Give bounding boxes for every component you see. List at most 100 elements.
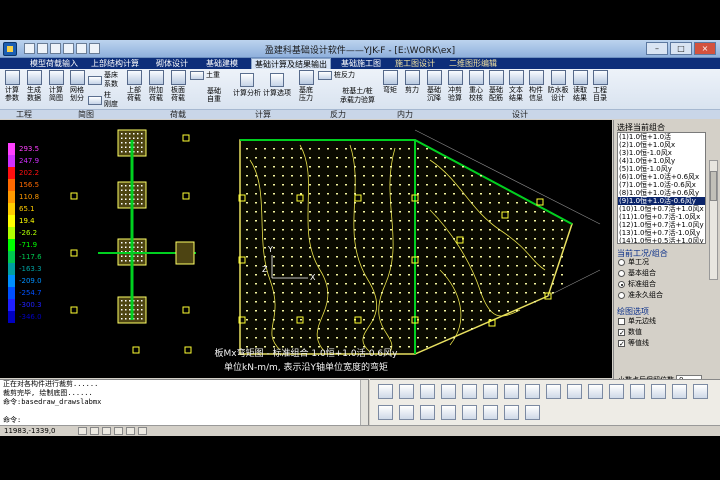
waterproof-slab-button[interactable]: 防水板 设计: [546, 70, 570, 102]
combo-list-item[interactable]: (10)1.0恒+0.7活+1.0风x: [618, 205, 705, 213]
tab-2d-edit[interactable]: 二维图形编辑: [446, 58, 500, 69]
combo-list-item[interactable]: (14)1.0恒+0.5活+1.0风y: [618, 237, 705, 243]
settlement-button[interactable]: 基础 沉降: [424, 70, 444, 102]
condition-radio[interactable]: 单工况: [618, 258, 649, 267]
redraw-icon[interactable]: [525, 384, 540, 399]
centroid-button[interactable]: 重心 校核: [466, 70, 486, 102]
layer-icon[interactable]: [567, 384, 582, 399]
member-info-button[interactable]: 构件 信息: [526, 70, 546, 102]
condition-radio[interactable]: 标准组合: [618, 280, 656, 289]
command-scrollbar[interactable]: [360, 380, 368, 426]
pile-capacity-button[interactable]: 桩基土/桩 承载力验算: [340, 87, 375, 105]
column-stiffness-button[interactable]: 柱 刚度: [88, 91, 118, 109]
generate-data-button[interactable]: 生成 数据: [24, 70, 44, 102]
drawing-canvas[interactable]: X Z Y 293.5 247.9 202.2 156.5 110.8 65.1 19.4 -26…: [0, 120, 612, 378]
tab-drawing-design[interactable]: 施工图设计: [392, 58, 438, 69]
maximize-button[interactable]: □: [670, 42, 692, 55]
qat-menu-icon[interactable]: [89, 43, 100, 54]
slab-load-button[interactable]: 板面 荷载: [168, 70, 188, 102]
grid-toggle[interactable]: [90, 427, 99, 435]
base-pressure-button[interactable]: 基底 压力: [296, 70, 316, 102]
save-icon[interactable]: [24, 43, 35, 54]
command-window[interactable]: 正在对各构件进行裁剪...... 裁剪完毕, 绘制底图...... 命令:bas…: [0, 379, 369, 426]
calc-diagram-button[interactable]: 计算 简图: [46, 70, 66, 102]
osnap-toggle[interactable]: [126, 427, 135, 435]
combo-list-item[interactable]: (5)1.0恒-1.0风y: [618, 165, 705, 173]
options-button[interactable]: 计算选项: [263, 73, 291, 98]
condition-radio[interactable]: 基本组合: [618, 269, 656, 278]
array-icon[interactable]: [483, 405, 498, 420]
trim-icon[interactable]: [525, 405, 540, 420]
zoom-out-icon[interactable]: [441, 384, 456, 399]
combo-list-item[interactable]: (12)1.0恒+0.7活+1.0风y: [618, 221, 705, 229]
combo-list-item[interactable]: (4)1.0恒+1.0风y: [618, 157, 705, 165]
zoom-window-icon[interactable]: [399, 384, 414, 399]
tab-foundation-calc[interactable]: 基础计算及结果输出: [251, 58, 331, 69]
settings-icon[interactable]: [672, 384, 687, 399]
move-icon[interactable]: [378, 384, 393, 399]
combo-list[interactable]: (1)1.0恒+1.0活 (2)1.0恒+1.0风x (3)1.0恒-1.0风x (4…: [617, 132, 706, 244]
mirror-icon[interactable]: [462, 405, 477, 420]
combo-list-item[interactable]: (7)1.0恒+1.0活-0.6风x: [618, 181, 705, 189]
zoom-all-icon[interactable]: [462, 384, 477, 399]
shear-button[interactable]: 剪力: [402, 70, 422, 94]
upper-load-button[interactable]: 上部 荷载: [124, 70, 144, 102]
pan-icon[interactable]: [483, 384, 498, 399]
tab-foundation-model[interactable]: 基础建模: [203, 58, 241, 69]
zoom-in-icon[interactable]: [420, 384, 435, 399]
measure-icon[interactable]: [588, 384, 603, 399]
calc-params-button[interactable]: 计算 参数: [2, 70, 22, 102]
command-input[interactable]: 命令:: [0, 416, 368, 425]
redo-icon[interactable]: [76, 43, 87, 54]
combo-list-item[interactable]: (8)1.0恒+1.0活+0.6风y: [618, 189, 705, 197]
mesh-button[interactable]: 网格 划分: [67, 70, 87, 102]
print-icon[interactable]: [50, 43, 61, 54]
combo-list-item[interactable]: (6)1.0恒+1.0活+0.6风x: [618, 173, 705, 181]
image-icon[interactable]: [441, 405, 456, 420]
pdf-icon[interactable]: [630, 384, 645, 399]
export-icon[interactable]: [651, 384, 666, 399]
combo-list-item[interactable]: (1)1.0恒+1.0活: [618, 133, 705, 141]
analysis-button[interactable]: 计算分析: [233, 73, 261, 98]
rotate-icon[interactable]: [504, 384, 519, 399]
text-result-button[interactable]: 文本 结果: [506, 70, 526, 102]
open-icon[interactable]: [37, 43, 48, 54]
tab-upper-calc[interactable]: 上部结构计算: [88, 58, 142, 69]
display-option-checkbox[interactable]: ✓ 等值线: [618, 339, 649, 348]
tab-model-input[interactable]: 模型荷载输入: [27, 58, 81, 69]
combo-list-item[interactable]: (9)1.0恒+1.0活-0.6风y: [618, 197, 705, 205]
display-option-checkbox[interactable]: 单元边线: [618, 317, 656, 326]
print-icon[interactable]: [609, 384, 624, 399]
minimize-button[interactable]: –: [646, 42, 668, 55]
combo-list-item[interactable]: (3)1.0恒-1.0风x: [618, 149, 705, 157]
ortho-toggle[interactable]: [102, 427, 111, 435]
extra-load-button[interactable]: 附加 荷载: [146, 70, 166, 102]
combo-list-item[interactable]: (13)1.0恒+0.7活-1.0风y: [618, 229, 705, 237]
display-option-checkbox[interactable]: ✓ 数值: [618, 328, 642, 337]
subgrade-button[interactable]: 基床 系数: [88, 71, 118, 89]
read-result-button[interactable]: 读取 结果: [570, 70, 590, 102]
cut-icon[interactable]: [378, 405, 393, 420]
pile-reaction-button[interactable]: 桩反力: [318, 71, 355, 80]
select-icon[interactable]: [546, 384, 561, 399]
polar-toggle[interactable]: [114, 427, 123, 435]
help-icon[interactable]: [693, 384, 708, 399]
scrollbar-thumb[interactable]: [710, 171, 717, 201]
reinforcement-button[interactable]: 基础 配筋: [486, 70, 506, 102]
project-dir-button[interactable]: 工程 目录: [590, 70, 610, 102]
self-weight-button[interactable]: 基础 自重: [204, 87, 224, 103]
explode-icon[interactable]: [504, 405, 519, 420]
moment-button[interactable]: 弯矩: [380, 70, 400, 94]
combo-list-item[interactable]: (11)1.0恒+0.7活-1.0风x: [618, 213, 705, 221]
undo-icon[interactable]: [63, 43, 74, 54]
snap-toggle[interactable]: [78, 427, 87, 435]
combo-list-scrollbar[interactable]: [709, 160, 718, 280]
track-toggle[interactable]: [138, 427, 147, 435]
close-button[interactable]: ×: [694, 42, 716, 55]
app-logo-icon[interactable]: [3, 42, 17, 56]
slab-moment-plot[interactable]: X Z Y: [0, 120, 612, 378]
copy-icon[interactable]: [399, 405, 414, 420]
tab-foundation-drawing[interactable]: 基础施工图: [338, 58, 384, 69]
tab-masonry[interactable]: 砌体设计: [153, 58, 191, 69]
condition-radio[interactable]: 准永久组合: [618, 291, 663, 300]
